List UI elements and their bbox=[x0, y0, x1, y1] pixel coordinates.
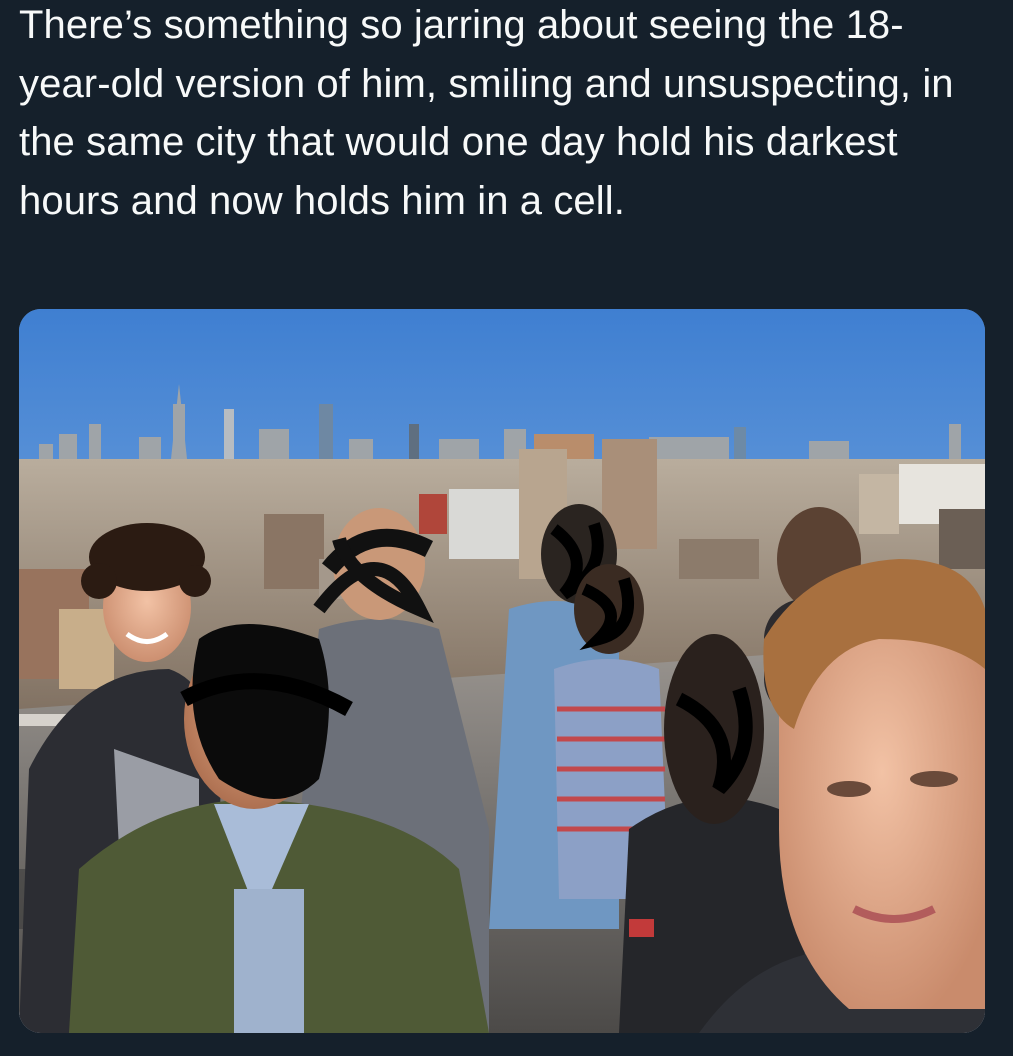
tweet-photo[interactable] bbox=[19, 309, 985, 1033]
photo-image bbox=[19, 309, 985, 1033]
tweet-text: There’s something so jarring about seein… bbox=[19, 3, 954, 223]
